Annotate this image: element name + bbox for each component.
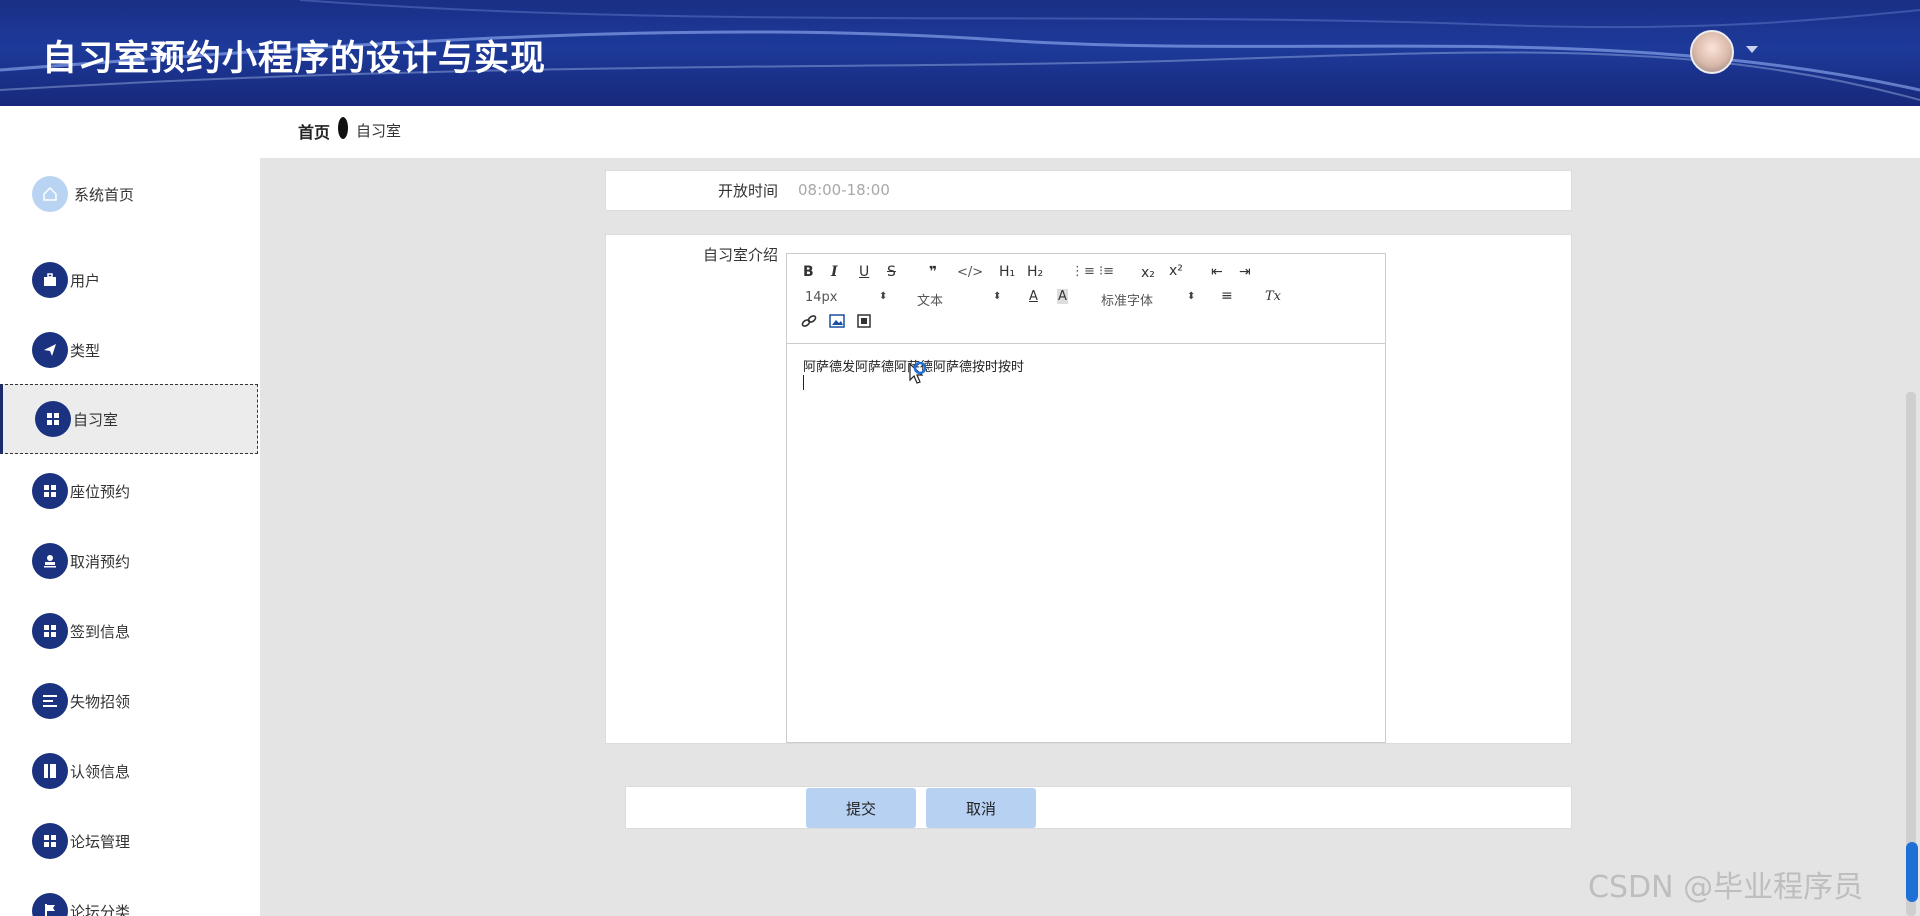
h2-button[interactable]: H₂ [1027,264,1043,280]
sidebar-item-label: 用户 [70,271,101,290]
sidebar-item-label: 座位预约 [70,482,131,501]
strike-button[interactable]: S [887,264,896,280]
home-icon [32,176,68,212]
link-icon[interactable] [801,314,817,332]
align-button[interactable]: ≡ [1221,288,1233,304]
app-header: 自习室预约小程序的设计与实现 [0,0,1920,106]
chevron-down-icon[interactable] [1746,46,1758,53]
quote-button[interactable]: ❞ [929,264,937,280]
paper-plane-icon [32,332,68,368]
bullet-list-button[interactable]: ⁝≡ [1099,264,1114,279]
video-icon[interactable] [857,314,871,332]
submit-button[interactable]: 提交 [806,788,916,828]
font-size-select[interactable]: 14px [805,290,838,305]
briefcase-icon [32,262,68,298]
text-caret [803,375,804,390]
bold-button[interactable]: B [803,264,814,280]
breadcrumb-home[interactable]: 首页 [298,119,330,143]
sidebar-item-forum-category[interactable]: 论坛分类 [0,876,260,916]
clean-format-button[interactable]: Tx [1265,289,1281,304]
sidebar-item-label: 认领信息 [70,762,131,781]
header-select[interactable]: 文本 [917,290,943,309]
flag-icon [32,893,68,916]
open-time-row: 开放时间 08:00-18:00 [605,170,1572,211]
user-avatar[interactable] [1690,30,1734,74]
underline-button[interactable]: U [859,264,869,280]
sidebar-item-types[interactable]: 类型 [0,315,260,385]
app-title: 自习室预约小程序的设计与实现 [42,39,547,79]
superscript-button[interactable]: x² [1169,263,1183,279]
ordered-list-button[interactable]: ⋮≡ [1071,264,1095,279]
sidebar-item-label: 类型 [70,341,101,360]
select-arrow-icon: ⬍ [993,291,1002,302]
button-row [625,786,1572,829]
outdent-button[interactable]: ⇤ [1211,264,1223,280]
mouse-cursor-icon [909,362,927,384]
sidebar-item-study-room[interactable]: 自习室 [0,384,258,454]
image-icon[interactable] [829,314,845,332]
breadcrumb: 首页 自习室 [260,106,1920,158]
sidebar-item-label: 签到信息 [70,622,131,641]
sidebar-item-cancel-booking[interactable]: 取消预约 [0,526,260,596]
h1-button[interactable]: H₁ [999,264,1015,280]
sidebar-item-seat-booking[interactable]: 座位预约 [0,456,260,526]
breadcrumb-current: 自习室 [356,122,402,140]
intro-label: 自习室介绍 [702,246,778,264]
rich-text-editor[interactable]: B I U S ❞ </> H₁ H₂ ⋮≡ ⁝≡ x₂ x² ⇤ ⇥ 14px… [786,253,1386,743]
background-color-button[interactable]: A [1057,289,1068,304]
sidebar-item-label: 失物招领 [70,692,131,711]
sidebar-item-home[interactable]: 系统首页 [0,159,260,229]
cancel-button[interactable]: 取消 [926,788,1036,828]
stamp-icon [32,543,68,579]
sidebar-item-label: 自习室 [73,410,119,429]
subscript-button[interactable]: x₂ [1141,265,1155,281]
select-arrow-icon: ⬍ [1187,291,1196,302]
open-time-label: 开放时间 [717,182,778,200]
scrollbar[interactable] [1906,392,1916,916]
grid-icon [32,613,68,649]
list-icon [32,683,68,719]
sidebar-item-lost-found[interactable]: 失物招领 [0,666,260,736]
code-block-button[interactable]: </> [957,265,983,280]
editor-toolbar: B I U S ❞ </> H₁ H₂ ⋮≡ ⁝≡ x₂ x² ⇤ ⇥ 14px… [787,254,1385,344]
sidebar-item-label: 论坛分类 [70,902,131,916]
sidebar-item-users[interactable]: 用户 [0,245,260,315]
grid-icon [32,473,68,509]
open-time-input[interactable]: 08:00-18:00 [798,181,890,199]
grid-icon [35,401,71,437]
font-family-select[interactable]: 标准字体 [1101,290,1153,309]
sidebar-item-checkin[interactable]: 签到信息 [0,596,260,666]
select-arrow-icon: ⬍ [879,291,888,302]
breadcrumb-separator [338,117,348,139]
scroll-indicator-icon[interactable] [1906,842,1918,902]
watermark: CSDN @毕业程序员 [1588,870,1864,905]
sidebar-item-label: 取消预约 [70,552,131,571]
sidebar-item-label: 论坛管理 [70,832,131,851]
sidebar-item-forum[interactable]: 论坛管理 [0,806,260,876]
sidebar: 系统首页 用户 类型 自习室 座位预约 取消预约 签到信息 失物招领 认领信息 … [0,106,260,916]
italic-button[interactable]: I [831,264,838,280]
font-color-button[interactable]: A [1029,289,1038,304]
sidebar-item-label: 系统首页 [74,185,135,204]
book-icon [32,753,68,789]
grid-icon [32,823,68,859]
sidebar-item-claims[interactable]: 认领信息 [0,736,260,806]
indent-button[interactable]: ⇥ [1239,264,1251,280]
